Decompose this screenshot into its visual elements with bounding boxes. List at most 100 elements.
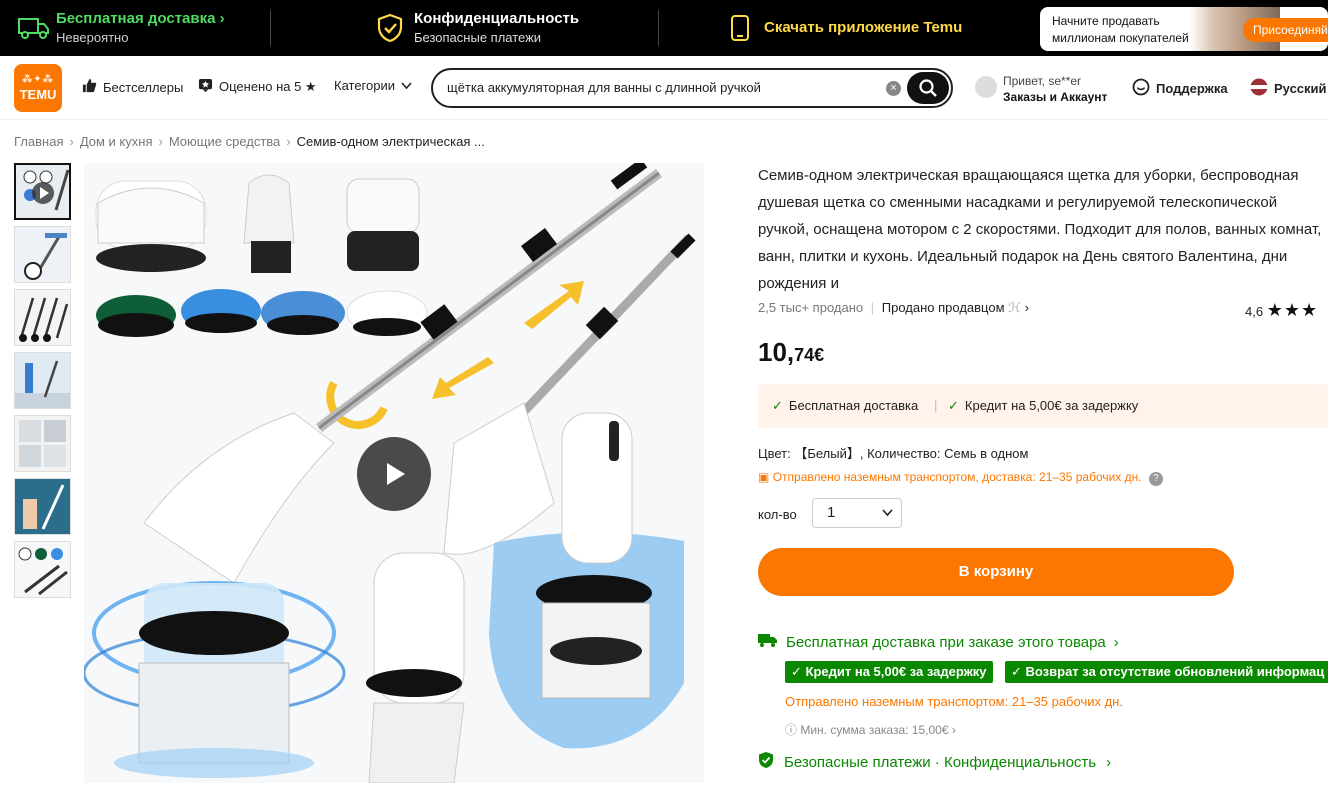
- rating-value: 4,6: [1245, 304, 1264, 319]
- seller-banner-line2: миллионам покупателей ...: [1052, 31, 1203, 45]
- thumbnail-image[interactable]: [14, 226, 71, 283]
- truck-icon: [758, 632, 778, 652]
- perk-credit: ✓ Кредит на 5,00€ за задержку: [948, 398, 1138, 414]
- add-to-cart-button[interactable]: В корзину: [758, 548, 1234, 596]
- nav-categories[interactable]: Категории: [334, 78, 412, 93]
- shield-check-icon: [758, 751, 774, 773]
- site-header: ⁂✦⁂ TEMU Бестселлеры Оценено на 5 ★ Кате…: [0, 56, 1328, 120]
- help-icon[interactable]: ?: [1148, 472, 1163, 486]
- credit-badge: ✓ Кредит на 5,00€ за задержку: [785, 661, 993, 683]
- quantity-label: кол-во: [758, 507, 797, 522]
- breadcrumb-detergents[interactable]: Моющие средства: [169, 134, 280, 149]
- credit-badge-label: Кредит на 5,00€ за задержку: [805, 664, 987, 679]
- secure-payments[interactable]: Безопасные платежи · Конфиденциальность …: [758, 751, 1111, 773]
- breadcrumb: Главная › Дом и кухня › Моющие средства › Семи…: [14, 134, 485, 149]
- nav-bestsellers[interactable]: Бестселлеры: [82, 78, 183, 96]
- nav-support[interactable]: Поддержка: [1132, 78, 1228, 99]
- privacy-subtitle: Безопасные платежи: [414, 30, 542, 45]
- breadcrumb-home[interactable]: Главная: [14, 134, 63, 149]
- nav-support-label: Поддержка: [1156, 81, 1228, 96]
- temu-logo[interactable]: ⁂✦⁂ TEMU: [14, 64, 62, 112]
- support-chat-icon: [1132, 78, 1150, 99]
- refund-badge: ✓ Возврат за отсутствие обновлений инфор…: [1005, 661, 1328, 683]
- thumbnail-image[interactable]: [14, 352, 71, 409]
- latvia-flag-icon: [1250, 78, 1268, 99]
- search-button[interactable]: [907, 72, 949, 104]
- thumbnail-image[interactable]: [14, 541, 71, 598]
- price-cents: 74€: [794, 345, 825, 365]
- thumbnail-image[interactable]: [14, 478, 71, 535]
- perk-credit-label: Кредит на 5,00€ за задержку: [964, 398, 1139, 413]
- logo-text: TEMU: [19, 87, 57, 102]
- perks-bar: ✓ Бесплатная доставка | ✓ Кредит на 5,00€ …: [758, 384, 1328, 428]
- chevron-right-icon: ›: [951, 723, 956, 737]
- thumbs-up-icon: [82, 78, 97, 96]
- account-greeting: Привет, se**er: [1003, 74, 1082, 88]
- seller-banner[interactable]: Начните продавать миллионам покупателей …: [1040, 7, 1328, 51]
- quantity-value: 1: [827, 504, 836, 521]
- search-bar[interactable]: щётка аккумуляторная для ванны с длинной…: [431, 68, 953, 108]
- privacy-promo[interactable]: Конфиденциальность Безопасные платежи: [370, 0, 579, 56]
- checkmark-icon: ✓: [948, 398, 959, 413]
- phone-icon: [720, 8, 760, 48]
- shield-check-icon: [370, 8, 410, 48]
- promo-bar: Бесплатная доставка › Невероятно Конфиде…: [0, 0, 1328, 56]
- checkmark-icon: ✓: [772, 398, 783, 413]
- sold-info: 2,5 тыс+ продано | Продано продавцом ℋ ›: [758, 300, 1029, 315]
- search-icon: [919, 79, 937, 97]
- price: 10,74€: [758, 337, 824, 368]
- language-selector[interactable]: Русский: [1250, 78, 1327, 99]
- language-label: Русский: [1274, 81, 1327, 96]
- free-shipping-offer[interactable]: Бесплатная доставка при заказе этого тов…: [758, 632, 1119, 652]
- sold-count: 2,5 тыс+ продано: [758, 300, 864, 315]
- minimum-order-text: Мин. сумма заказа: 15,00€: [800, 723, 949, 737]
- divider: |: [934, 398, 938, 413]
- app-download-text: Скачать приложение Temu: [764, 19, 963, 36]
- chevron-down-icon: [882, 499, 893, 527]
- play-icon: [387, 463, 405, 485]
- clear-search-icon[interactable]: ×: [886, 81, 901, 96]
- shipping-time: Отправлено наземным транспортом: 21–35 р…: [785, 694, 1123, 709]
- variant-selection: Цвет: 【Белый】, Количество: Семь в одном: [758, 446, 1029, 461]
- play-video-button[interactable]: [357, 437, 431, 511]
- avatar: [975, 76, 997, 98]
- rating-summary[interactable]: 4,6 ★★★: [1245, 300, 1318, 321]
- chevron-right-icon: ›: [219, 10, 225, 27]
- chevron-right-icon: ›: [1106, 753, 1112, 771]
- thumbnail-image[interactable]: [14, 415, 71, 472]
- free-delivery-subtitle: Невероятно: [56, 30, 129, 45]
- perk-free-delivery-label: Бесплатная доставка: [788, 398, 919, 413]
- free-delivery-promo[interactable]: Бесплатная доставка › Невероятно: [14, 0, 225, 56]
- seller-banner-line1: Начните продавать: [1052, 14, 1160, 28]
- breadcrumb-separator: ›: [69, 134, 74, 149]
- divider: [658, 10, 659, 46]
- chevron-right-icon: ›: [1024, 300, 1029, 315]
- info-icon: ⓘ: [785, 723, 798, 737]
- chevron-down-icon: [401, 78, 412, 93]
- price-main: 10,: [758, 337, 795, 367]
- breadcrumb-home-kitchen[interactable]: Дом и кухня: [80, 134, 153, 149]
- nav-bestsellers-label: Бестселлеры: [103, 79, 184, 95]
- join-button[interactable]: Присоединяй...: [1243, 18, 1328, 42]
- truck-icon: [14, 8, 54, 48]
- nav-rated[interactable]: Оценено на 5 ★: [198, 78, 317, 96]
- minimum-order[interactable]: ⓘ Мин. сумма заказа: 15,00€ ›: [785, 721, 956, 738]
- app-download-promo[interactable]: Скачать приложение Temu: [720, 0, 962, 56]
- star-rating-icon: ★★★: [1266, 300, 1319, 320]
- breadcrumb-current: Семив-одном электрическая ...: [296, 134, 485, 149]
- breadcrumb-separator: ›: [158, 134, 163, 149]
- product-title: Семив-одном электрическая вращающаяся ще…: [758, 167, 1322, 292]
- privacy-title: Конфиденциальность: [414, 10, 580, 27]
- sold-by-seller[interactable]: Продано продавцом: [882, 300, 1005, 315]
- quantity-select[interactable]: 1: [812, 498, 902, 528]
- privacy-label: Конфиденциальность: [943, 753, 1097, 771]
- thumbnail-image[interactable]: [14, 289, 71, 346]
- nav-rated-label: Оценено на 5 ★: [219, 79, 317, 94]
- product-main-image[interactable]: [84, 163, 704, 783]
- thumbnail-video[interactable]: [14, 163, 71, 220]
- search-input[interactable]: щётка аккумуляторная для ванны с длинной…: [447, 80, 761, 95]
- free-shipping-offer-text: Бесплатная доставка при заказе этого тов…: [786, 633, 1106, 651]
- perk-free-delivery: ✓ Бесплатная доставка: [772, 398, 918, 414]
- seller-logo-icon: ℋ: [1008, 300, 1022, 315]
- divider: [270, 10, 271, 46]
